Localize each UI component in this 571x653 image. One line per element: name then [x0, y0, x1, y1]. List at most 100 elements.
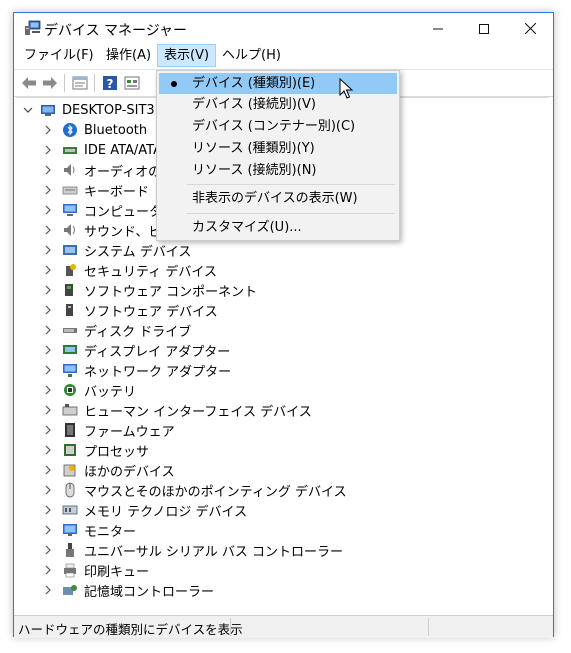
system-device-icon — [63, 245, 77, 255]
back-arrow-icon[interactable] — [20, 74, 38, 92]
properties-icon[interactable] — [71, 74, 89, 92]
chevron-right-icon[interactable] — [42, 424, 54, 436]
tree-item[interactable]: ユニバーサル シリアル バス コントローラー — [42, 540, 343, 560]
chevron-right-icon[interactable] — [42, 184, 54, 196]
keyboard-icon — [62, 186, 78, 195]
minimize-icon — [433, 28, 443, 29]
tree-item[interactable]: バッテリ — [42, 380, 136, 400]
menu-resources-by-connection[interactable]: リソース (接続別)(N) — [159, 160, 397, 181]
software-device-icon — [66, 304, 73, 316]
tree-item[interactable]: モニター — [42, 520, 136, 540]
processor-icon — [64, 444, 76, 456]
maximize-icon — [479, 23, 489, 34]
chevron-right-icon[interactable] — [42, 264, 54, 276]
menu-customize[interactable]: カスタマイズ(U)... — [159, 217, 397, 238]
menu-show-hidden-devices[interactable]: 非表示のデバイスの表示(W) — [159, 188, 397, 209]
computer-icon — [63, 204, 77, 216]
tree-item[interactable]: 印刷キュー — [42, 560, 149, 580]
tree-item[interactable]: プロセッサ — [42, 440, 149, 460]
menu-devices-by-type[interactable]: デバイス (種類別)(E) — [159, 73, 397, 94]
minimize-button[interactable] — [415, 13, 461, 44]
menu-devices-by-container[interactable]: デバイス (コンテナー別)(C) — [159, 116, 397, 137]
tree-item-label: システム デバイス — [84, 244, 192, 260]
tree-item[interactable]: ディスク ドライブ — [42, 320, 191, 340]
status-divider — [428, 618, 429, 636]
chevron-right-icon[interactable] — [42, 524, 54, 536]
chevron-right-icon[interactable] — [42, 324, 54, 336]
bluetooth-icon — [63, 123, 77, 137]
tree-item[interactable]: システム デバイス — [42, 240, 191, 260]
tree-item[interactable]: マウスとそのほかのポインティング デバイス — [42, 480, 347, 500]
help-icon[interactable]: ? — [101, 74, 119, 92]
chevron-right-icon[interactable] — [42, 224, 54, 236]
usb-icon — [66, 543, 74, 557]
chevron-right-icon[interactable] — [42, 584, 54, 596]
title-bar[interactable]: デバイス マネージャー — [14, 13, 553, 44]
chevron-right-icon[interactable] — [42, 344, 54, 356]
tree-item[interactable]: ネットワーク アダプター — [42, 360, 231, 380]
tree-item[interactable]: ヒューマン インターフェイス デバイス — [42, 400, 312, 420]
device-manager-icon — [25, 20, 41, 35]
menu-action[interactable]: 操作(A) — [100, 44, 157, 67]
chevron-right-icon[interactable] — [42, 444, 54, 456]
tree-item-label: バッテリ — [84, 384, 137, 400]
software-component-icon — [65, 284, 73, 296]
chevron-right-icon[interactable] — [42, 244, 54, 256]
tree-item[interactable]: ディスプレイ アダプター — [42, 340, 230, 360]
menu-file[interactable]: ファイル(F) — [18, 44, 100, 67]
tree-item-label: プロセッサ — [84, 444, 150, 460]
tree-item[interactable]: IDE ATA/ATAP — [42, 140, 170, 160]
monitor-icon — [63, 524, 77, 536]
maximize-button[interactable] — [461, 13, 507, 44]
tree-item-label: ソフトウェア コンポーネント — [84, 284, 258, 300]
tree-root[interactable]: DESKTOP-SIT3R — [22, 100, 164, 120]
chevron-right-icon[interactable] — [42, 564, 54, 576]
tree-item[interactable]: キーボード — [42, 180, 149, 200]
tree-item[interactable]: ソフトウェア コンポーネント — [42, 280, 257, 300]
tree-item[interactable]: 記憶域コントローラー — [42, 580, 214, 600]
tree-root-label: DESKTOP-SIT3R — [62, 102, 164, 118]
chevron-right-icon[interactable] — [42, 504, 54, 516]
menu-resources-by-type[interactable]: リソース (種類別)(Y) — [159, 138, 397, 159]
chevron-right-icon[interactable] — [42, 204, 54, 216]
tree-item-label: ほかのデバイス — [84, 464, 175, 480]
chevron-right-icon[interactable] — [42, 464, 54, 476]
tree-item[interactable]: オーディオの入 — [42, 160, 174, 180]
chevron-right-icon[interactable] — [42, 404, 54, 416]
tree-item[interactable]: サウンド、ビデ — [42, 220, 174, 240]
other-device-icon — [63, 464, 76, 477]
menu-devices-by-connection[interactable]: デバイス (接続別)(V) — [159, 94, 397, 115]
tree-item[interactable]: メモリ テクノロジ デバイス — [42, 500, 247, 520]
tree-item-label: ファームウェア — [84, 424, 175, 440]
chevron-right-icon[interactable] — [42, 164, 54, 176]
close-button[interactable] — [507, 13, 553, 44]
tree-item[interactable]: セキュリティ デバイス — [42, 260, 217, 280]
window-title: デバイス マネージャー — [44, 23, 188, 39]
chevron-right-icon[interactable] — [42, 484, 54, 496]
disk-drive-icon — [63, 328, 77, 333]
menu-separator — [187, 184, 395, 185]
chevron-down-icon[interactable] — [22, 104, 34, 116]
svg-text:?: ? — [107, 77, 114, 91]
chevron-right-icon[interactable] — [42, 544, 54, 556]
view-icon[interactable] — [123, 74, 141, 92]
chevron-right-icon[interactable] — [42, 384, 54, 396]
forward-arrow-icon[interactable] — [41, 74, 59, 92]
audio-icon — [64, 164, 75, 176]
tree-item-label: ネットワーク アダプター — [84, 364, 232, 380]
chevron-right-icon[interactable] — [42, 144, 54, 156]
memory-icon — [62, 505, 78, 515]
computer-root-icon — [41, 105, 55, 116]
tree-item[interactable]: ほかのデバイス — [42, 460, 175, 480]
sound-icon — [64, 224, 75, 236]
menu-help[interactable]: ヘルプ(H) — [216, 44, 287, 67]
tree-item[interactable]: ファームウェア — [42, 420, 175, 440]
chevron-right-icon[interactable] — [42, 304, 54, 316]
chevron-right-icon[interactable] — [42, 364, 54, 376]
tree-item[interactable]: ソフトウェア デバイス — [42, 300, 218, 320]
chevron-right-icon[interactable] — [42, 284, 54, 296]
tree-item-label: メモリ テクノロジ デバイス — [84, 504, 248, 520]
chevron-right-icon[interactable] — [42, 124, 54, 136]
menu-view[interactable]: 表示(V) — [157, 44, 217, 67]
tree-item[interactable]: Bluetooth — [42, 120, 147, 140]
